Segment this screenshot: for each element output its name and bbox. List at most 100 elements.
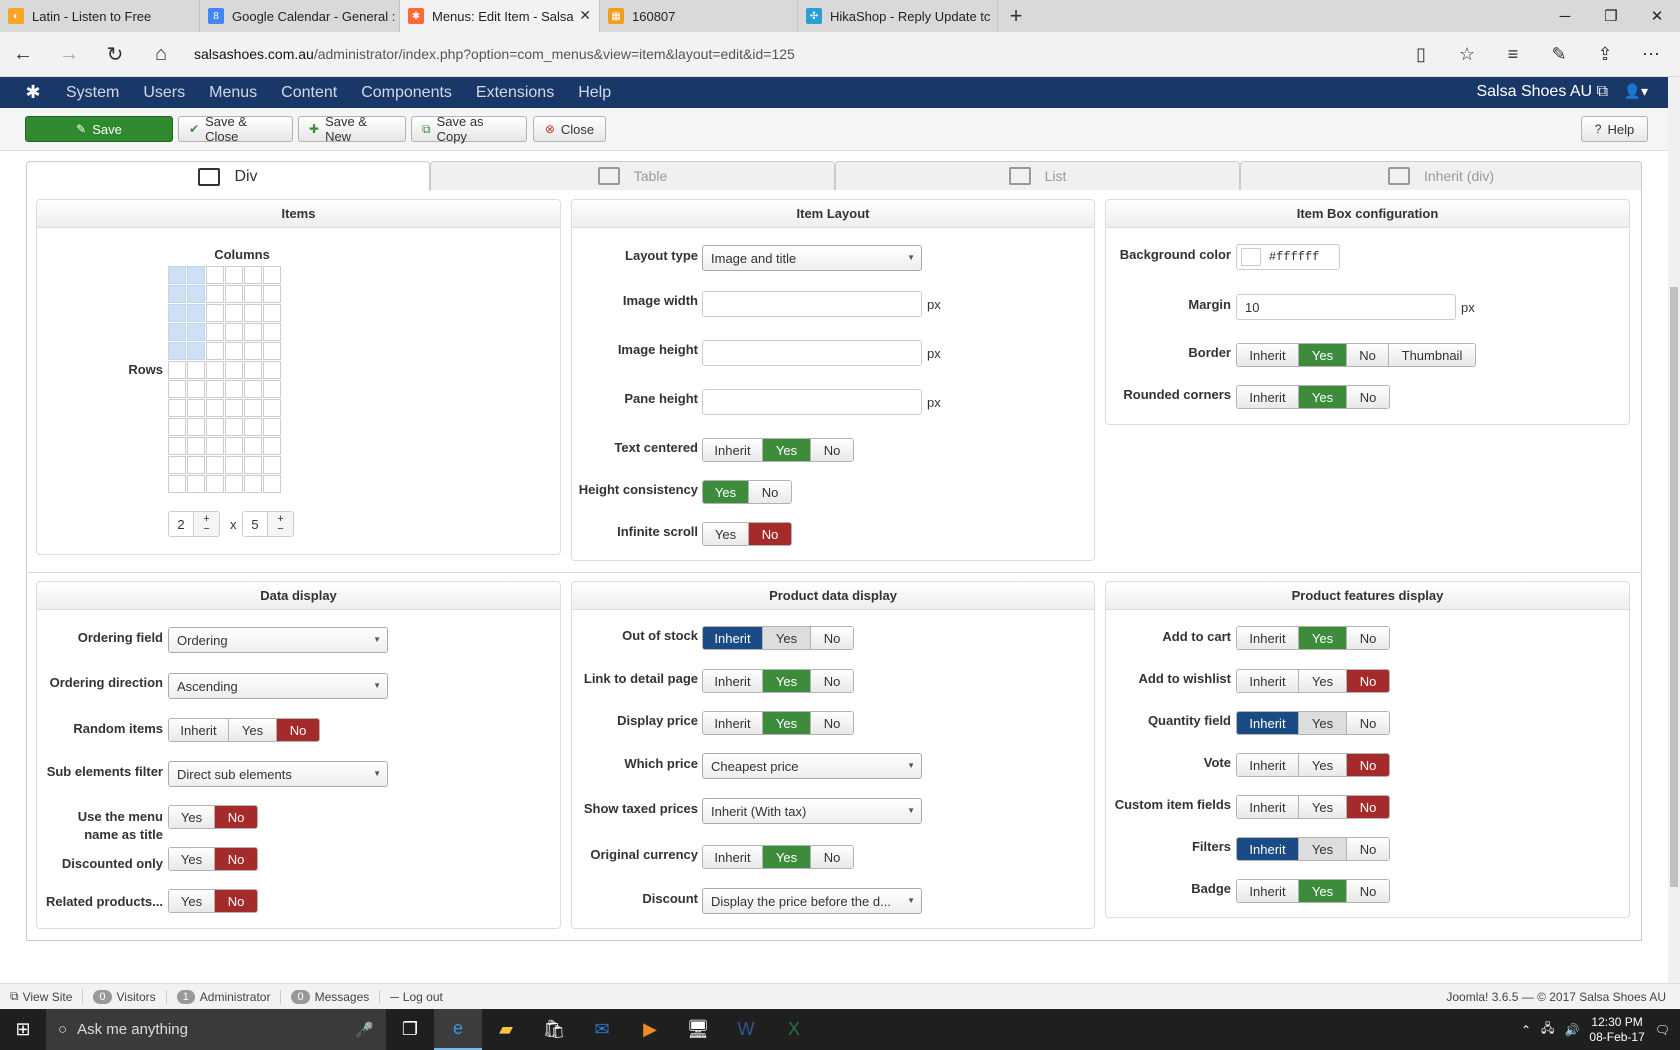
user-icon[interactable]: 👤▾ — [1624, 83, 1648, 100]
sub-elements-select[interactable]: Direct sub elements — [168, 761, 388, 787]
favorite-star-icon[interactable]: ☆ — [1446, 44, 1488, 65]
grid-cell[interactable] — [168, 418, 186, 436]
grid-cell[interactable] — [206, 342, 224, 360]
grid-cell[interactable] — [206, 418, 224, 436]
word-icon[interactable]: W — [722, 1009, 770, 1050]
grid-cell[interactable] — [168, 399, 186, 417]
chevron-up-icon[interactable]: ⌃ — [1521, 1023, 1531, 1037]
filters-toggle[interactable]: Inherit Yes No — [1236, 837, 1390, 861]
grid-cell[interactable] — [206, 437, 224, 455]
grid-cell[interactable] — [206, 380, 224, 398]
grid-cell[interactable] — [244, 361, 262, 379]
grid-cell[interactable] — [263, 456, 281, 474]
discount-select[interactable]: Display the price before the d... — [702, 888, 922, 914]
text-centered-toggle[interactable]: Inherit Yes No — [702, 438, 854, 462]
network-icon[interactable]: 🖧 — [1541, 1019, 1554, 1040]
grid-cell[interactable] — [168, 266, 186, 284]
save-button[interactable]: ✎ Save — [25, 116, 173, 142]
save-close-button[interactable]: ✔ Save & Close — [178, 114, 293, 144]
grid-cell[interactable] — [263, 342, 281, 360]
pane-height-input[interactable] — [702, 389, 922, 415]
layout-type-select[interactable]: Image and title — [702, 245, 922, 271]
grid-cell[interactable] — [187, 304, 205, 322]
browser-tab[interactable]: ◐ Latin - Listen to Free — [0, 0, 200, 32]
rounded-corners-toggle[interactable]: Inherit Yes No — [1236, 385, 1390, 409]
scrollbar-thumb[interactable] — [1670, 287, 1678, 887]
back-icon[interactable]: ← — [0, 32, 46, 77]
grid-cell[interactable] — [206, 361, 224, 379]
grid-cell[interactable] — [263, 437, 281, 455]
action-center-icon[interactable]: 🗨 — [1655, 1023, 1670, 1037]
plus-minus-icon[interactable]: + − — [193, 512, 219, 536]
grid-cell[interactable] — [263, 285, 281, 303]
logout-link[interactable]: ─ Log out — [390, 990, 453, 1004]
view-site-link[interactable]: ⧉ View Site — [10, 989, 84, 1004]
grid-cell[interactable] — [263, 399, 281, 417]
share-icon[interactable]: ⇪ — [1584, 44, 1626, 65]
grid-cell[interactable] — [168, 437, 186, 455]
task-view-icon[interactable]: ❐ — [386, 1009, 434, 1050]
ordering-direction-select[interactable]: Ascending — [168, 673, 388, 699]
link-detail-toggle[interactable]: Inherit Yes No — [702, 669, 854, 693]
hub-icon[interactable]: ≡ — [1492, 44, 1534, 65]
color-swatch[interactable] — [1241, 248, 1261, 266]
menu-help[interactable]: Help — [578, 84, 611, 101]
add-to-cart-toggle[interactable]: Inherit Yes No — [1236, 626, 1390, 650]
grid-cell[interactable] — [263, 304, 281, 322]
grid-cell[interactable] — [244, 418, 262, 436]
home-icon[interactable]: ⌂ — [138, 32, 184, 77]
layout-grid[interactable] — [168, 266, 281, 493]
store-icon[interactable]: 🛍 — [530, 1009, 578, 1050]
vote-toggle[interactable]: Inherit Yes No — [1236, 753, 1390, 777]
grid-cell[interactable] — [206, 304, 224, 322]
cortana-search[interactable]: ○ Ask me anything 🎤 — [46, 1009, 386, 1050]
image-height-input[interactable] — [702, 340, 922, 366]
image-width-input[interactable] — [702, 291, 922, 317]
refresh-icon[interactable]: ↻ — [92, 32, 138, 77]
joomla-logo-icon[interactable]: ✱ — [0, 82, 66, 103]
quantity-field-toggle[interactable]: Inherit Yes No — [1236, 711, 1390, 735]
grid-cell[interactable] — [244, 285, 262, 303]
grid-cell[interactable] — [225, 323, 243, 341]
related-products-toggle[interactable]: Yes No — [168, 889, 258, 913]
windows-start-icon[interactable]: ⊞ — [0, 1019, 46, 1040]
tab-table[interactable]: Table — [430, 161, 835, 190]
grid-cell[interactable] — [244, 380, 262, 398]
grid-cell[interactable] — [187, 380, 205, 398]
grid-cell[interactable] — [187, 418, 205, 436]
grid-cell[interactable] — [225, 361, 243, 379]
remote-desktop-icon[interactable]: 🖥 — [674, 1009, 722, 1050]
save-copy-button[interactable]: ⧉ Save as Copy — [411, 114, 527, 144]
tab-inherit[interactable]: Inherit (div) — [1240, 161, 1642, 190]
grid-cell[interactable] — [187, 361, 205, 379]
grid-cell[interactable] — [225, 456, 243, 474]
grid-cell[interactable] — [187, 437, 205, 455]
browser-tab[interactable]: ▦ 160807 — [600, 0, 798, 32]
visitors-link[interactable]: 0 Visitors — [93, 989, 167, 1004]
grid-cell[interactable] — [206, 323, 224, 341]
grid-cell[interactable] — [168, 304, 186, 322]
grid-cell[interactable] — [168, 342, 186, 360]
browser-tab-active[interactable]: ✱ Menus: Edit Item - Salsa ✕ — [400, 0, 600, 32]
grid-cell[interactable] — [206, 399, 224, 417]
grid-cell[interactable] — [244, 456, 262, 474]
grid-cell[interactable] — [244, 266, 262, 284]
grid-cell[interactable] — [206, 266, 224, 284]
administrator-link[interactable]: 1 Administrator — [176, 989, 282, 1004]
grid-cell[interactable] — [225, 342, 243, 360]
which-price-select[interactable]: Cheapest price — [702, 753, 922, 779]
background-color-input[interactable]: #ffffff — [1236, 244, 1340, 270]
edge-browser-icon[interactable]: e — [434, 1009, 482, 1050]
url-field[interactable]: salsashoes.com.au/administrator/index.ph… — [194, 46, 1400, 62]
menu-menus[interactable]: Menus — [209, 84, 257, 101]
volume-icon[interactable]: 🔊 — [1564, 1023, 1579, 1037]
excel-icon[interactable]: X — [770, 1009, 818, 1050]
grid-cell[interactable] — [206, 285, 224, 303]
border-toggle[interactable]: Inherit Yes No Thumbnail — [1236, 343, 1476, 367]
restore-icon[interactable]: ❐ — [1588, 0, 1634, 32]
grid-cell[interactable] — [225, 304, 243, 322]
grid-cell[interactable] — [225, 380, 243, 398]
close-button[interactable]: ⊗ Close — [533, 116, 606, 142]
menu-extensions[interactable]: Extensions — [476, 84, 554, 101]
grid-cell[interactable] — [244, 399, 262, 417]
